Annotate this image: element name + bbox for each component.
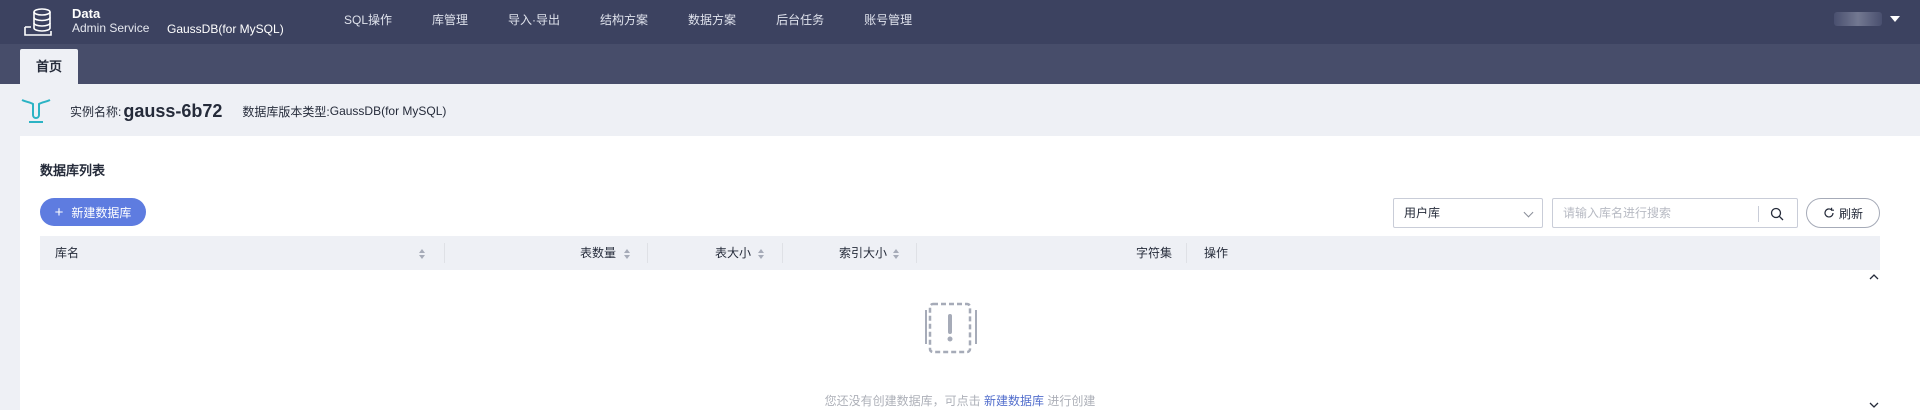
search-divider bbox=[1758, 206, 1759, 222]
plus-icon: + bbox=[54, 203, 64, 221]
refresh-button[interactable]: 刷新 bbox=[1806, 198, 1880, 228]
empty-message-suffix: 进行创建 bbox=[1047, 394, 1096, 408]
refresh-label: 刷新 bbox=[1838, 206, 1863, 221]
empty-state-message: 您还没有创建数据库，可点击 新建数据库 进行创建 bbox=[40, 392, 1880, 409]
refresh-icon bbox=[1824, 207, 1834, 218]
nav-schema-plan[interactable]: 结构方案 bbox=[600, 0, 648, 44]
database-list-card: 数据库列表 + 新建数据库 用户库 刷新 库名 表数量 表大小 索引大小 bbox=[20, 136, 1920, 410]
brand-name: Data Admin Service bbox=[72, 6, 150, 36]
nav-data-plan[interactable]: 数据方案 bbox=[688, 0, 736, 44]
create-database-link[interactable]: 新建数据库 bbox=[984, 394, 1044, 408]
column-divider bbox=[1186, 243, 1187, 263]
main-nav: SQL操作 库管理 导入·导出 结构方案 数据方案 后台任务 账号管理 bbox=[344, 0, 952, 44]
nav-background-tasks[interactable]: 后台任务 bbox=[776, 0, 824, 44]
instance-name-label: 实例名称: bbox=[70, 104, 122, 119]
sort-icon[interactable] bbox=[418, 248, 426, 260]
caret-down-icon[interactable] bbox=[1890, 16, 1900, 22]
database-search bbox=[1552, 198, 1798, 228]
card-title: 数据库列表 bbox=[40, 163, 106, 178]
column-db-name: 库名 bbox=[55, 246, 80, 260]
column-charset: 字符集 bbox=[1136, 246, 1173, 260]
column-divider bbox=[444, 243, 445, 263]
table-header: 库名 表数量 表大小 索引大小 字符集 操作 bbox=[40, 236, 1880, 270]
new-database-button[interactable]: + 新建数据库 bbox=[40, 198, 146, 226]
instance-info: 实例名称: gauss-6b72 数据库版本类型: GaussDB(for My… bbox=[20, 96, 446, 126]
user-name-redacted bbox=[1834, 12, 1882, 26]
column-table-size: 表大小 bbox=[715, 246, 752, 260]
column-divider bbox=[782, 243, 783, 263]
sort-icon[interactable] bbox=[757, 248, 765, 260]
top-nav-bar: Data Admin Service GaussDB(for MySQL) SQ… bbox=[0, 0, 1920, 44]
nav-account-management[interactable]: 账号管理 bbox=[864, 0, 912, 44]
chevron-down-icon bbox=[1523, 207, 1534, 218]
column-divider bbox=[647, 243, 648, 263]
vertical-scrollbar[interactable] bbox=[1868, 270, 1880, 410]
empty-warning-icon bbox=[925, 302, 977, 354]
database-type-value: 用户库 bbox=[1404, 206, 1441, 220]
column-index-size: 索引大小 bbox=[839, 246, 888, 260]
nav-import-export[interactable]: 导入·导出 bbox=[508, 0, 560, 44]
search-input[interactable] bbox=[1553, 199, 1753, 227]
empty-message-prefix: 您还没有创建数据库，可点击 bbox=[824, 394, 981, 408]
db-type-label: 数据库版本类型: bbox=[242, 104, 330, 119]
column-table-count: 表数量 bbox=[580, 246, 617, 260]
search-icon[interactable] bbox=[1770, 207, 1784, 221]
sort-icon[interactable] bbox=[623, 248, 631, 260]
column-actions: 操作 bbox=[1204, 246, 1229, 260]
nav-sql-operations[interactable]: SQL操作 bbox=[344, 0, 392, 44]
new-database-label: 新建数据库 bbox=[71, 205, 132, 220]
user-menu[interactable] bbox=[1834, 12, 1900, 26]
brand-line1: Data bbox=[72, 6, 101, 21]
database-type-select[interactable]: 用户库 bbox=[1393, 198, 1543, 228]
tab-home[interactable]: 首页 bbox=[20, 49, 78, 84]
sort-icon[interactable] bbox=[892, 248, 900, 260]
table-body: 您还没有创建数据库，可点击 新建数据库 进行创建 bbox=[40, 270, 1880, 410]
brand-line2: Admin Service bbox=[72, 21, 150, 35]
database-logo-icon[interactable] bbox=[22, 5, 56, 39]
gauss-instance-icon bbox=[21, 99, 51, 123]
db-type-value: GaussDB(for MySQL) bbox=[329, 104, 447, 118]
column-divider bbox=[916, 243, 917, 263]
instance-name: gauss-6b72 bbox=[123, 100, 223, 121]
nav-db-management[interactable]: 库管理 bbox=[432, 0, 468, 44]
product-name: GaussDB(for MySQL) bbox=[167, 22, 284, 36]
tab-strip: 首页 bbox=[0, 44, 1920, 84]
